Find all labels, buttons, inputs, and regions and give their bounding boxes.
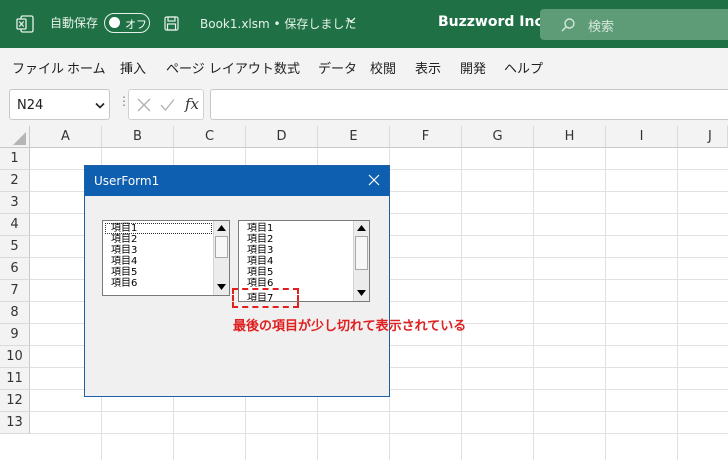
insert-function-icon[interactable]: fx bbox=[185, 95, 199, 113]
tab-help[interactable]: ヘルプ bbox=[504, 58, 543, 77]
tab-review[interactable]: 校閲 bbox=[370, 58, 396, 77]
row-header-12[interactable]: 12 bbox=[0, 390, 30, 412]
column-header-j[interactable]: J bbox=[678, 126, 728, 148]
toggle-knob bbox=[109, 17, 120, 28]
list-item[interactable]: 項目5 bbox=[247, 267, 273, 278]
column-header-c[interactable]: C bbox=[174, 126, 246, 148]
scroll-down-icon[interactable] bbox=[217, 284, 226, 290]
name-box-value: N24 bbox=[17, 98, 44, 113]
row-header-13[interactable]: 13 bbox=[0, 412, 30, 434]
column-header-f[interactable]: F bbox=[390, 126, 462, 148]
list-item[interactable]: 項目2 bbox=[111, 234, 137, 245]
row-header-3[interactable]: 3 bbox=[0, 192, 30, 214]
formula-bar: N24 ⋮ fx bbox=[0, 84, 728, 126]
row-header-4[interactable]: 4 bbox=[0, 214, 30, 236]
tab-formulas[interactable]: 数式 bbox=[274, 58, 300, 77]
column-header-e[interactable]: E bbox=[318, 126, 390, 148]
list-item[interactable]: 項目5 bbox=[111, 267, 137, 278]
listbox-1[interactable]: 項目1 項目2 項目3 項目4 項目5 項目6 bbox=[102, 220, 230, 296]
chevron-down-icon[interactable] bbox=[346, 16, 356, 24]
row-header-6[interactable]: 6 bbox=[0, 258, 30, 280]
tab-file[interactable]: ファイル bbox=[12, 58, 64, 77]
row-header-9[interactable]: 9 bbox=[0, 324, 30, 346]
account-name: Buzzword Inc. bbox=[438, 14, 549, 30]
list-item[interactable]: 項目1 bbox=[247, 223, 273, 234]
list-item[interactable]: 項目6 bbox=[111, 278, 137, 289]
row-header-1[interactable]: 1 bbox=[0, 148, 30, 170]
scroll-up-icon[interactable] bbox=[357, 225, 366, 231]
search-box[interactable]: 検索 bbox=[540, 9, 728, 40]
gridline bbox=[30, 411, 728, 412]
annotation-highlight bbox=[232, 288, 299, 308]
column-header-i[interactable]: I bbox=[606, 126, 678, 148]
row-header-8[interactable]: 8 bbox=[0, 302, 30, 324]
select-all-icon bbox=[13, 132, 26, 145]
listbox-2-scrollbar[interactable] bbox=[353, 221, 369, 301]
row-header-11[interactable]: 11 bbox=[0, 368, 30, 390]
tab-insert[interactable]: 挿入 bbox=[120, 58, 146, 77]
annotation-text: 最後の項目が少し切れて表示されている bbox=[233, 319, 467, 334]
excel-icon[interactable] bbox=[16, 15, 34, 33]
listbox-1-scrollbar[interactable] bbox=[213, 221, 229, 295]
column-header-h[interactable]: H bbox=[534, 126, 606, 148]
row-header-10[interactable]: 10 bbox=[0, 346, 30, 368]
scroll-down-icon[interactable] bbox=[357, 290, 366, 296]
formula-buttons: fx bbox=[128, 89, 204, 120]
check-icon[interactable] bbox=[160, 98, 175, 112]
tab-page-layout[interactable]: ページ レイアウト bbox=[166, 58, 274, 77]
list-item[interactable]: 項目1 bbox=[111, 223, 137, 234]
row-header-7[interactable]: 7 bbox=[0, 280, 30, 302]
list-item[interactable]: 項目4 bbox=[247, 256, 273, 267]
list-item[interactable]: 項目2 bbox=[247, 234, 273, 245]
tab-home[interactable]: ホーム bbox=[67, 58, 106, 77]
tab-view[interactable]: 表示 bbox=[415, 58, 441, 77]
row-header-5[interactable]: 5 bbox=[0, 236, 30, 258]
autosave-toggle[interactable]: オフ bbox=[104, 13, 150, 33]
userform-dialog: UserForm1 項目1 項目2 項目3 項目4 項目5 項目6 項目1 項目… bbox=[84, 165, 390, 397]
close-icon[interactable] bbox=[368, 174, 380, 186]
name-box[interactable]: N24 bbox=[9, 89, 110, 120]
gridline bbox=[461, 148, 462, 460]
gridline bbox=[677, 148, 678, 460]
row-header-2[interactable]: 2 bbox=[0, 170, 30, 192]
scroll-up-icon[interactable] bbox=[217, 225, 226, 231]
ribbon-tabs: ファイル ホーム 挿入 ページ レイアウト 数式 データ 校閲 表示 開発 ヘル… bbox=[0, 48, 728, 84]
select-all-corner[interactable] bbox=[0, 126, 30, 148]
save-icon[interactable] bbox=[164, 16, 179, 31]
file-name[interactable]: Book1.xlsm • 保存しました bbox=[200, 15, 356, 32]
list-item[interactable]: 項目3 bbox=[247, 245, 273, 256]
userform-title: UserForm1 bbox=[94, 174, 160, 188]
search-placeholder: 検索 bbox=[588, 20, 615, 35]
column-header-g[interactable]: G bbox=[462, 126, 534, 148]
gridline bbox=[605, 148, 606, 460]
scroll-thumb[interactable] bbox=[355, 236, 368, 270]
list-item[interactable]: 項目4 bbox=[111, 256, 137, 267]
scroll-thumb[interactable] bbox=[215, 236, 228, 258]
userform-title-bar[interactable]: UserForm1 bbox=[85, 166, 389, 196]
search-icon bbox=[561, 18, 575, 32]
chevron-down-icon[interactable] bbox=[95, 102, 105, 109]
title-bar: 自動保存 オフ Book1.xlsm • 保存しました Buzzword Inc… bbox=[0, 0, 728, 48]
column-header-a[interactable]: A bbox=[30, 126, 102, 148]
column-header-b[interactable]: B bbox=[102, 126, 174, 148]
gridline bbox=[30, 433, 728, 434]
gridline bbox=[533, 148, 534, 460]
tab-developer[interactable]: 開発 bbox=[460, 58, 486, 77]
formula-input[interactable] bbox=[210, 89, 728, 120]
autosave-state: オフ bbox=[125, 18, 147, 31]
column-header-d[interactable]: D bbox=[246, 126, 318, 148]
tab-data[interactable]: データ bbox=[318, 58, 357, 77]
autosave-label: 自動保存 bbox=[50, 16, 99, 30]
cancel-icon[interactable] bbox=[137, 98, 151, 112]
list-item[interactable]: 項目3 bbox=[111, 245, 137, 256]
